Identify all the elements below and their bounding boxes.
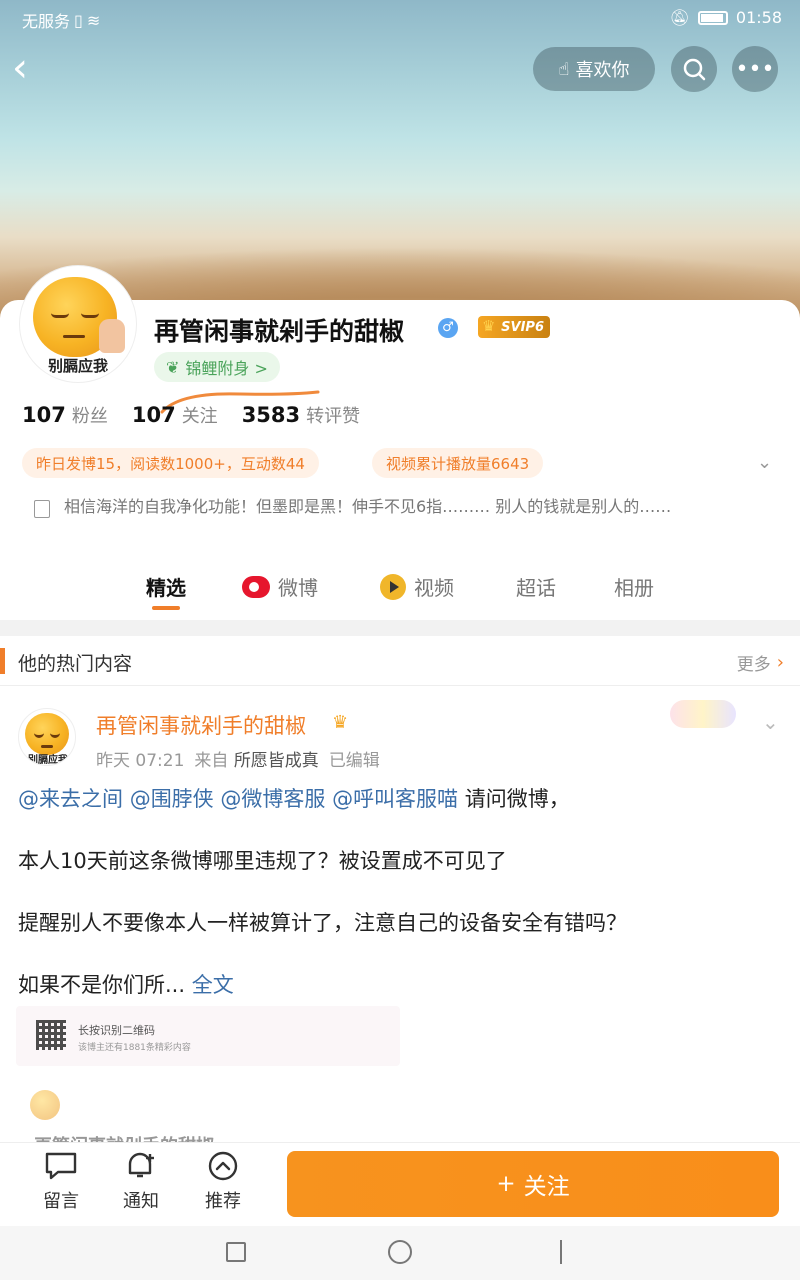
chevron-right-icon: ›	[776, 652, 784, 673]
interactions-label: 转评赞	[306, 406, 361, 427]
more-dots-icon: •••	[735, 56, 775, 82]
post-avatar[interactable]: 别膈应我	[18, 708, 76, 766]
recent-apps-icon[interactable]	[226, 1242, 246, 1262]
post-from-label: 来自	[194, 751, 229, 771]
bottom-toolbar: 留言 通知 推荐 + 关注	[0, 1142, 800, 1226]
post-source[interactable]: 所愿皆成真	[234, 751, 319, 771]
post-avatar-caption: 别膈应我	[28, 755, 68, 766]
status-bar: 无服务 ▯ ≋ 🔕︎ 01:58	[22, 8, 782, 32]
tab-album[interactable]: 相册	[614, 572, 654, 601]
post-line-2: 本人10天前这条微博哪里违规了？被设置成不可见了	[18, 849, 507, 873]
profile-tabs: 精选 微博 视频 超话 相册	[0, 560, 800, 616]
svip-badge[interactable]: SVIP6	[478, 316, 550, 338]
post-author[interactable]: 再管闲事就剁手的甜椒	[96, 710, 306, 740]
hot-content-header: 他的热门内容 更多 ›	[0, 636, 800, 686]
koi-label: 锦鲤附身 >	[185, 359, 268, 378]
post-menu-chevron-icon[interactable]: ⌄	[762, 710, 779, 734]
home-icon[interactable]	[388, 1240, 412, 1264]
avatar-caption: 别膈应我	[47, 357, 108, 375]
recommend-button[interactable]: 推荐	[188, 1151, 258, 1213]
comment-icon	[45, 1152, 77, 1180]
activity-pill[interactable]: 昨日发博15，阅读数1000+，互动数44	[22, 448, 319, 478]
stat-following[interactable]: 107 关注	[132, 402, 218, 428]
post-line-4: 如果不是你们所...	[18, 973, 186, 997]
active-tab-indicator	[152, 606, 180, 610]
koi-badge[interactable]: ❦ 锦鲤附身 >	[154, 352, 280, 382]
mention-link[interactable]: @围脖侠	[130, 787, 214, 811]
video-plays-pill[interactable]: 视频累计播放量6643	[372, 448, 544, 478]
post-edited-label: 已编辑	[328, 751, 380, 771]
tab-video[interactable]: 视频	[380, 572, 454, 601]
crown-icon: ♛	[332, 712, 349, 733]
avatar[interactable]: 别膈应我	[20, 266, 136, 382]
back-button[interactable]: ‹	[12, 48, 52, 90]
gesture-icon: ☝︎	[558, 58, 570, 80]
interactions-count: 3583	[241, 403, 301, 427]
bell-plus-icon	[128, 1152, 154, 1178]
comment-button[interactable]: 留言	[26, 1151, 96, 1213]
search-icon	[683, 58, 706, 81]
stat-interactions[interactable]: 3583 转评赞	[242, 402, 360, 428]
tab-featured[interactable]: 精选	[146, 572, 186, 601]
mention-link[interactable]: @呼叫客服喵	[332, 787, 458, 811]
profile-name: 再管闲事就剁手的甜椒	[154, 317, 405, 346]
followers-count: 107	[22, 403, 66, 427]
mention-link[interactable]: @微博客服	[220, 787, 325, 811]
sim-icon: ▯	[74, 10, 83, 30]
followers-label: 粉丝	[71, 406, 108, 427]
mute-icon: 🔕︎	[669, 8, 690, 27]
clock: 01:58	[735, 8, 782, 27]
hand-icon	[99, 319, 125, 353]
post-meta: 昨天 07:21 来自 所愿皆成真 已编辑	[96, 746, 380, 771]
carrier-label: 无服务	[22, 12, 71, 31]
koi-fish-icon: ❦	[166, 357, 180, 377]
hot-content-title: 他的热门内容	[18, 653, 133, 675]
post-body: @来去之间 @围脖侠 @微博客服 @呼叫客服喵 请问微博， 本人10天前这条微博…	[18, 784, 778, 1032]
following-label: 关注	[181, 406, 218, 427]
search-button[interactable]	[671, 46, 717, 92]
decorative-sparkle-icon	[670, 700, 736, 728]
chevron-up-circle-icon	[208, 1151, 238, 1181]
tab-super-topic[interactable]: 超话	[516, 572, 556, 601]
weibo-logo-icon	[242, 575, 270, 598]
full-text-link[interactable]: 全文	[192, 973, 234, 997]
video-play-icon	[380, 573, 406, 600]
plus-icon: +	[496, 1171, 516, 1197]
notify-button[interactable]: 通知	[106, 1151, 176, 1213]
system-nav-bar	[0, 1226, 800, 1280]
like-you-label: 喜欢你	[575, 60, 630, 81]
qr-code-card[interactable]: 长按识别二维码 该博主还有1881条精彩内容	[16, 1006, 400, 1066]
mention-link[interactable]: @来去之间	[18, 787, 123, 811]
male-gender-icon: ♂	[438, 318, 458, 338]
section-divider	[0, 620, 800, 636]
like-you-button[interactable]: ☝︎ 喜欢你	[533, 47, 655, 91]
faded-avatar	[30, 1090, 60, 1120]
sleepy-face-icon	[25, 713, 69, 755]
profile-stats: 107 粉丝 107 关注 3583 转评赞	[22, 402, 360, 428]
following-count: 107	[131, 403, 176, 427]
follow-button[interactable]: + 关注	[287, 1151, 779, 1217]
qr-code-icon	[36, 1020, 66, 1050]
qr-subtitle: 该博主还有1881条精彩内容	[78, 1043, 191, 1053]
bio-text: 相信海洋的自我净化功能！但墨即是黑！伸手不见6指……… 别人的钱就是别人的……	[64, 497, 672, 516]
wifi-icon: ≋	[86, 10, 101, 30]
follow-label: 关注	[523, 1174, 570, 1200]
profile-bio[interactable]: 相信海洋的自我净化功能！但墨即是黑！伸手不见6指……… 别人的钱就是别人的……	[34, 494, 734, 520]
stat-followers[interactable]: 107 粉丝	[22, 402, 108, 428]
battery-icon	[697, 10, 728, 25]
qr-title: 长按识别二维码	[78, 1024, 155, 1037]
post-line-3: 提醒别人不要像本人一样被算计了，注意自己的设备安全有错吗？	[18, 911, 627, 935]
tab-weibo[interactable]: 微博	[242, 572, 318, 601]
section-accent-bar	[0, 648, 5, 674]
post-time: 昨天 07:21	[96, 751, 185, 771]
post-line-1-tail: 请问微博，	[464, 787, 570, 811]
more-options-button[interactable]: •••	[732, 46, 778, 92]
nav-back-icon[interactable]	[560, 1240, 572, 1264]
more-link[interactable]: 更多 ›	[737, 650, 784, 675]
expand-chevron-icon[interactable]: ⌄	[757, 452, 772, 473]
